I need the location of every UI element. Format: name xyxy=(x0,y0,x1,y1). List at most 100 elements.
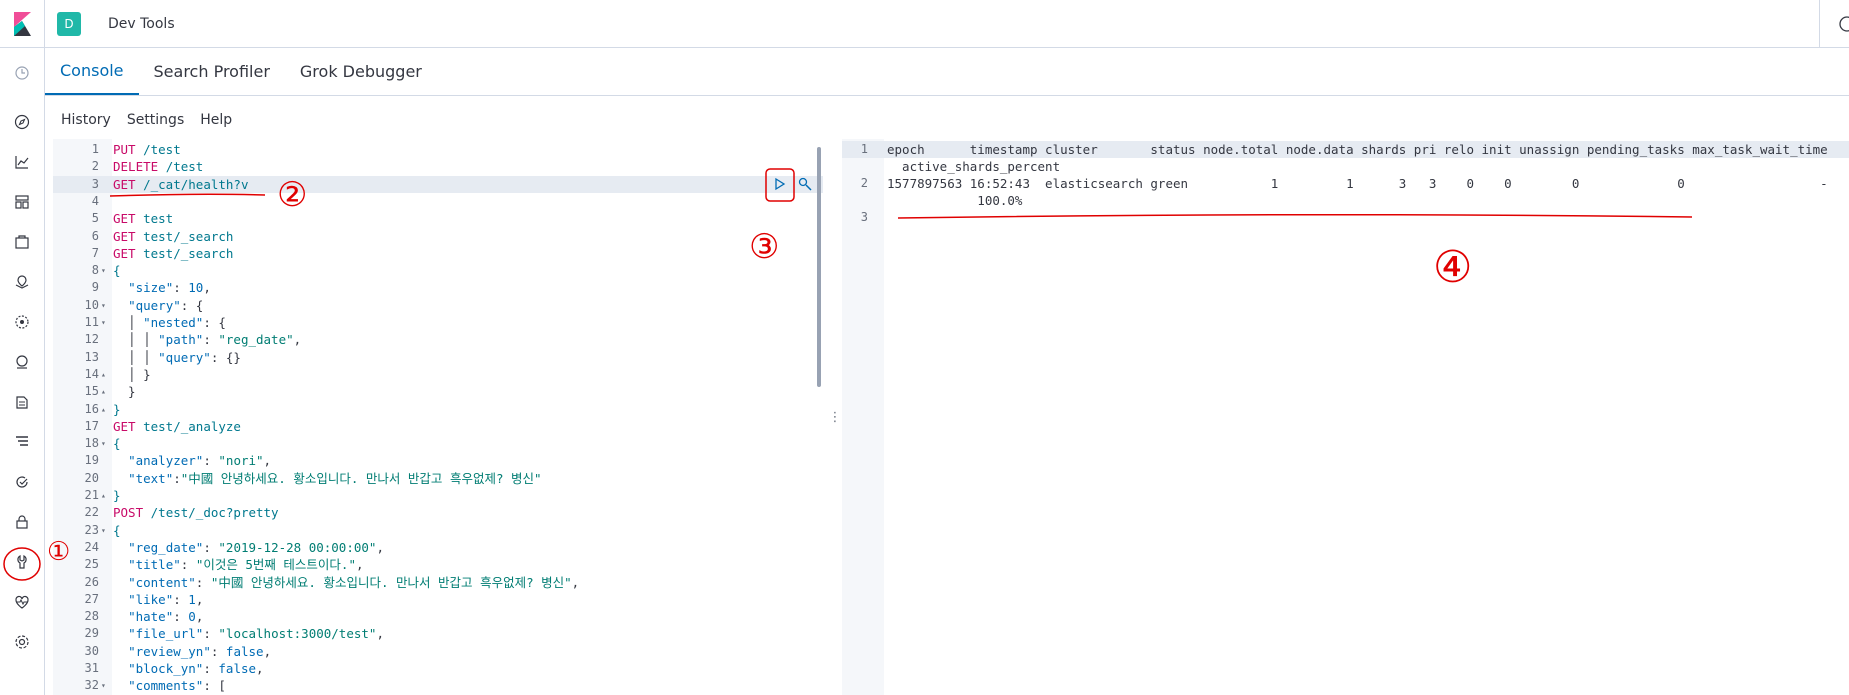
editor-line[interactable]: 21 ▴} xyxy=(53,487,823,504)
code-text: DELETE /test xyxy=(113,158,203,175)
editor-line[interactable]: 32 ▾ "comments": [ xyxy=(53,677,823,694)
tab-grok-debugger[interactable]: Grok Debugger xyxy=(285,48,437,95)
editor-line[interactable]: 20 "text":"中國 안녕하세요. 황소입니다. 만나서 반갑고 흑우없제… xyxy=(53,470,823,487)
editor-line[interactable]: 1 PUT /test xyxy=(53,141,823,158)
code-token: : [ xyxy=(203,678,226,694)
editor-line[interactable]: 25 "title": "이것은 5번째 테스트이다.", xyxy=(53,556,823,573)
editor-line[interactable]: 7 GET test/_search xyxy=(53,245,823,262)
nav-logs[interactable] xyxy=(0,387,44,417)
space-avatar[interactable]: D xyxy=(57,11,81,36)
editor-line[interactable]: 29 "file_url": "localhost:3000/test", xyxy=(53,625,823,642)
editor-line[interactable]: 30 "review_yn": false, xyxy=(53,643,823,660)
editor-line[interactable]: 9 "size": 10, xyxy=(53,279,823,296)
fold-toggle-icon[interactable]: ▾ xyxy=(101,522,106,539)
send-request-button[interactable] xyxy=(768,173,790,195)
nav-metrics[interactable] xyxy=(0,347,44,377)
editor-line[interactable]: 28 "hate": 0, xyxy=(53,608,823,625)
tab-search-profiler[interactable]: Search Profiler xyxy=(139,48,285,95)
nav-apm[interactable] xyxy=(0,427,44,457)
request-options-button[interactable] xyxy=(794,173,816,195)
editor-line[interactable]: 14 ▴ │ } xyxy=(53,366,823,383)
code-token: "hate" xyxy=(128,609,174,625)
nav-siem[interactable] xyxy=(0,507,44,537)
fold-toggle-icon[interactable]: ▴ xyxy=(101,487,106,504)
editor-line[interactable]: 26 "content": "中國 안녕하세요. 황소입니다. 만나서 반갑고 … xyxy=(53,574,823,591)
pane-resizer[interactable]: ⋮ xyxy=(828,139,842,695)
editor-line[interactable]: 5 GET test xyxy=(53,210,823,227)
settings-link[interactable]: Settings xyxy=(127,112,184,128)
editor-scrollbar[interactable] xyxy=(817,147,821,387)
editor-line[interactable]: 17 GET test/_analyze xyxy=(53,418,823,435)
line-number: 31 xyxy=(84,661,99,675)
editor-line[interactable]: 15 ▴ } xyxy=(53,383,823,400)
line-number: 29 xyxy=(84,626,99,641)
apm-icon xyxy=(16,436,28,446)
nav-recent[interactable] xyxy=(0,58,44,88)
code-text: "query": { xyxy=(113,297,203,314)
nav-canvas[interactable] xyxy=(0,227,44,257)
map-icon xyxy=(15,275,29,289)
nav-uptime[interactable] xyxy=(0,467,44,497)
line-number: 24 xyxy=(84,539,99,554)
editor-line[interactable]: 3 GET /_cat/health?v xyxy=(53,175,823,193)
nav-management[interactable] xyxy=(0,627,44,657)
gear-icon xyxy=(15,635,29,649)
nav-dev-tools[interactable] xyxy=(0,547,44,577)
nav-discover[interactable] xyxy=(0,107,44,137)
code-token: , xyxy=(195,591,204,607)
nav-monitoring[interactable] xyxy=(0,587,44,617)
help-menu-button[interactable] xyxy=(1819,0,1849,48)
code-text: GET test/_search xyxy=(113,228,233,245)
fold-toggle-icon[interactable]: ▾ xyxy=(101,435,106,452)
fold-toggle-icon[interactable]: ▴ xyxy=(101,366,106,383)
editor-line[interactable]: 24 "reg_date": "2019-12-28 00:00:00", xyxy=(53,539,823,556)
line-number: 19 xyxy=(84,453,99,468)
editor-line[interactable]: 4 xyxy=(53,193,823,210)
code-text: } xyxy=(113,487,121,504)
nav-dashboard[interactable] xyxy=(0,187,44,217)
tab-console[interactable]: Console xyxy=(45,48,139,95)
editor-line[interactable]: 22 POST /test/_doc?pretty xyxy=(53,504,823,521)
fold-toggle-icon[interactable]: ▾ xyxy=(101,677,106,694)
line-number: 3 xyxy=(860,210,868,224)
nav-maps[interactable] xyxy=(0,267,44,297)
editor-line[interactable]: 13 │ │ "query": {} xyxy=(53,349,823,366)
nav-ml[interactable] xyxy=(0,307,44,337)
request-editor[interactable]: 1 PUT /test 2 DELETE /test 3 GET /_cat/health… xyxy=(53,139,823,695)
fold-toggle-icon[interactable]: ▾ xyxy=(101,262,106,279)
code-token: GET xyxy=(113,176,136,192)
line-number: 6 xyxy=(91,228,99,243)
fold-toggle-icon[interactable]: ▴ xyxy=(101,401,106,418)
editor-line[interactable]: 6 GET test/_search xyxy=(53,228,823,245)
play-icon xyxy=(775,177,786,191)
editor-line[interactable]: 23 ▾ { xyxy=(53,522,823,539)
line-number: 26 xyxy=(84,574,99,589)
editor-line[interactable]: 19 "analyzer": "nori", xyxy=(53,452,823,469)
canvas-icon xyxy=(15,235,29,249)
kibana-logo[interactable] xyxy=(0,0,45,48)
code-text: "size": 10, xyxy=(113,279,211,296)
history-link[interactable]: History xyxy=(61,112,111,128)
editor-line[interactable]: 8 ▾ { xyxy=(53,262,823,279)
line-number: 2 xyxy=(860,176,868,190)
editor-line[interactable]: 10 ▾ "query": { xyxy=(53,297,823,314)
editor-line[interactable]: 2 DELETE /test xyxy=(53,158,823,175)
fold-toggle-icon[interactable]: ▾ xyxy=(101,314,106,331)
fold-toggle-icon[interactable]: ▾ xyxy=(101,297,106,314)
editor-line[interactable]: 12 │ │ "path": "reg_date", xyxy=(53,331,823,348)
code-token: test/_analyze xyxy=(143,418,241,434)
code-token: GET xyxy=(113,418,136,434)
line-number: 25 xyxy=(84,557,99,572)
editor-line[interactable]: 11 ▾ │ "nested": { xyxy=(53,314,823,331)
nav-visualize[interactable] xyxy=(0,147,44,177)
help-link[interactable]: Help xyxy=(200,112,232,128)
fold-toggle-icon[interactable]: ▴ xyxy=(101,383,106,400)
editor-line[interactable]: 18 ▾ { xyxy=(53,435,823,452)
editor-line[interactable]: 27 "like": 1, xyxy=(53,591,823,608)
editor-line[interactable]: 31 "block_yn": false, xyxy=(53,660,823,677)
editor-line[interactable]: 16 ▴} xyxy=(53,401,823,418)
